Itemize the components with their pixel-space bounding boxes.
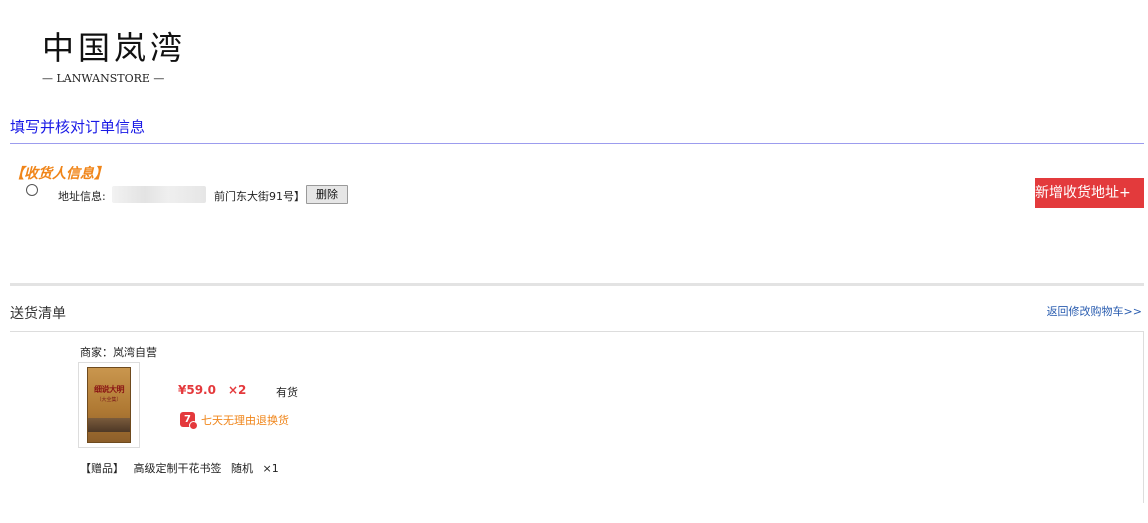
gift-name: 高级定制干花书签	[133, 462, 222, 475]
product-price: ¥59.0	[178, 383, 216, 397]
gift-tag: 【赠品】	[80, 462, 124, 475]
page-title: 填写并核对订单信息	[10, 118, 146, 136]
seven-day-return-icon: 7	[180, 412, 198, 430]
gift-quantity: ×1	[262, 462, 279, 475]
gift-variant: 随机	[231, 462, 253, 475]
delete-address-button[interactable]: 删除	[306, 185, 348, 204]
merchant-name: 商家：岚湾自营	[80, 346, 157, 359]
back-to-cart-link[interactable]: 返回修改购物车>>	[1047, 303, 1142, 319]
address-redacted	[112, 186, 206, 203]
shipping-list-title: 送货清单	[10, 306, 66, 322]
section-divider	[10, 283, 1144, 286]
stock-status: 有货	[276, 386, 298, 399]
store-logo[interactable]: 中国岚湾 — LANWANSTORE —	[38, 28, 198, 90]
add-address-button[interactable]: 新增收货地址+	[1035, 178, 1144, 208]
book-cover-title: 细说大明	[94, 384, 125, 394]
receiver-section-label: 【收货人信息】	[10, 166, 108, 182]
book-cover-image: 细说大明 （大全集）	[87, 367, 131, 443]
address-text: 前门东大街91号】	[214, 190, 305, 203]
book-cover-subtitle: （大全集）	[96, 397, 122, 403]
heading-divider	[10, 143, 1144, 144]
address-radio-icon[interactable]	[26, 184, 38, 196]
gift-row: 【赠品】 高级定制干花书签 随机 ×1	[80, 460, 285, 476]
address-label: 地址信息:	[58, 190, 106, 203]
return-policy-text: 七天无理由退换货	[201, 414, 289, 427]
book-cover-band	[88, 418, 130, 432]
product-quantity: ×2	[228, 383, 247, 397]
logo-subtitle: — LANWANSTORE —	[42, 72, 165, 85]
logo-text: 中国岚湾	[42, 29, 187, 67]
product-image[interactable]: 细说大明 （大全集）	[78, 362, 140, 448]
